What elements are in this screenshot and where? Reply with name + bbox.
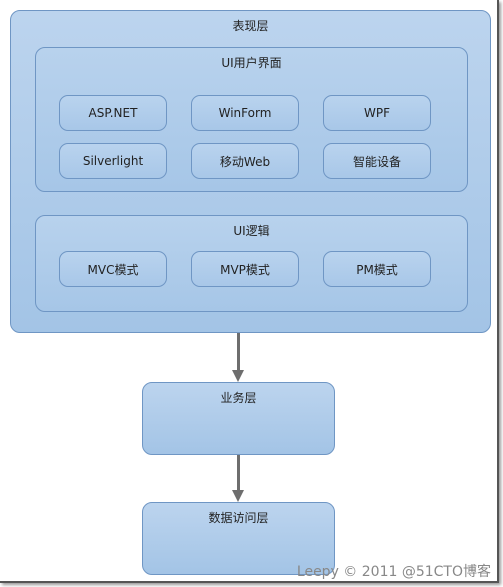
presentation-layer: 表现层 UI用户界面 ASP.NET WinForm WPF Silverlig… <box>10 10 491 333</box>
ui-item-wpf: WPF <box>323 95 431 131</box>
business-layer: 业务层 <box>142 382 335 455</box>
ui-item-winform: WinForm <box>191 95 299 131</box>
ui-item-mobile-web: 移动Web <box>191 143 299 179</box>
arrow-business-to-data <box>237 455 240 491</box>
arrow-presentation-to-business <box>237 333 240 371</box>
ui-group-title: UI用户界面 <box>221 56 282 70</box>
ui-item-aspnet: ASP.NET <box>59 95 167 131</box>
arrow-head-2 <box>232 490 244 502</box>
logic-item-mvc: MVC模式 <box>59 251 167 287</box>
ui-item-silverlight: Silverlight <box>59 143 167 179</box>
data-access-layer-title: 数据访问层 <box>208 511 269 525</box>
arrow-head-1 <box>232 370 244 382</box>
logic-group-title: UI逻辑 <box>233 224 270 238</box>
logic-item-mvp: MVP模式 <box>191 251 299 287</box>
logic-group: UI逻辑 MVC模式 MVP模式 PM模式 <box>35 215 468 312</box>
ui-group: UI用户界面 ASP.NET WinForm WPF Silverlight 移… <box>35 47 468 192</box>
business-layer-title: 业务层 <box>220 391 257 405</box>
logic-item-pm: PM模式 <box>323 251 431 287</box>
presentation-layer-title: 表现层 <box>232 19 269 33</box>
ui-item-smart-device: 智能设备 <box>323 143 431 179</box>
watermark: Leepy © 2011 @51CTO博客 <box>296 564 491 580</box>
